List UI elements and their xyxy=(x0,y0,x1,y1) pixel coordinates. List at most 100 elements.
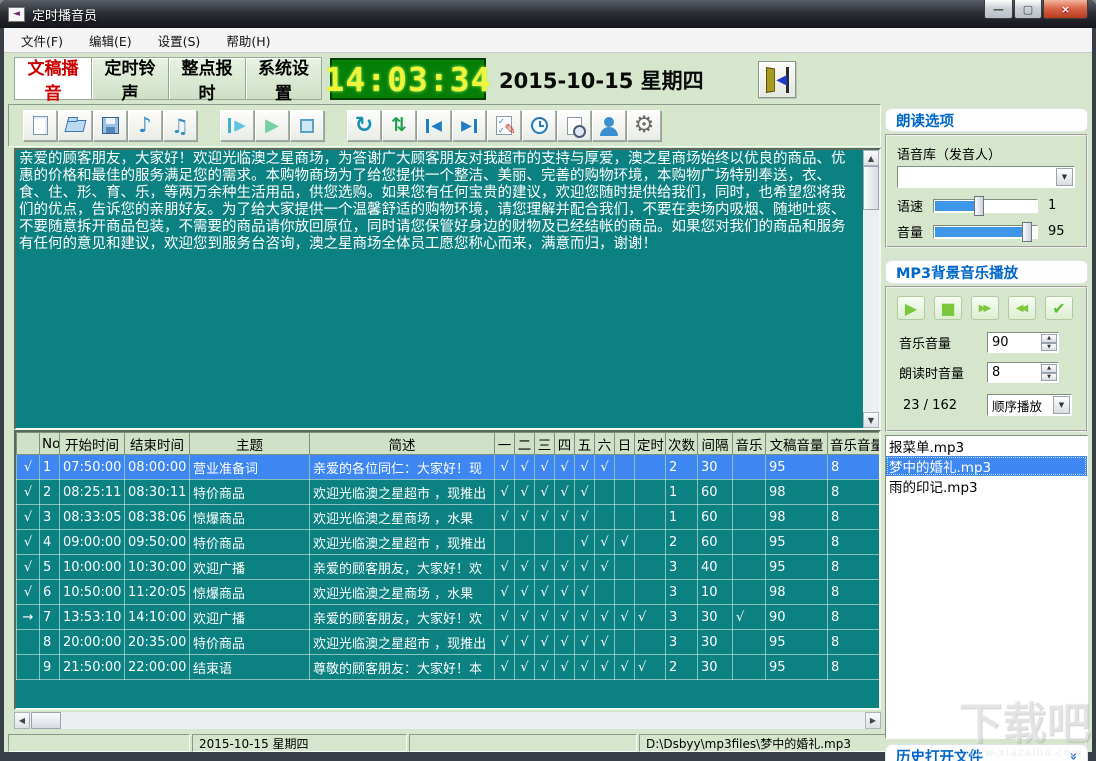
day-cell[interactable]: √ xyxy=(495,580,515,605)
day-cell[interactable]: √ xyxy=(575,605,595,630)
day-cell[interactable] xyxy=(595,505,615,530)
day-cell[interactable]: √ xyxy=(615,605,635,630)
music-cell[interactable] xyxy=(733,555,766,580)
slider-thumb[interactable] xyxy=(974,196,984,216)
day-cell[interactable]: √ xyxy=(495,655,515,680)
mp3-section-header[interactable]: MP3背景音乐播放 xyxy=(885,260,1088,284)
end-time-cell[interactable]: 20:35:00 xyxy=(125,630,190,655)
day-cell[interactable]: √ xyxy=(595,530,615,555)
table-row[interactable]: √308:33:0508:38:06惊爆商品欢迎光临澳之星商场 ，水果√√√√√… xyxy=(17,505,880,530)
day-cell[interactable]: √ xyxy=(555,505,575,530)
day-cell[interactable]: √ xyxy=(515,455,535,480)
music-volume-cell[interactable]: 8 xyxy=(828,580,880,605)
day-cell[interactable]: √ xyxy=(575,530,595,555)
music-cell[interactable] xyxy=(733,530,766,555)
topic-cell[interactable]: 特价商品 xyxy=(190,630,310,655)
previous-button[interactable] xyxy=(417,110,451,141)
column-header[interactable]: No xyxy=(40,433,60,455)
day-cell[interactable]: √ xyxy=(575,655,595,680)
day-cell[interactable]: √ xyxy=(555,580,575,605)
day-cell[interactable] xyxy=(595,580,615,605)
refresh-button[interactable] xyxy=(347,110,381,141)
music-volume-cell[interactable]: 8 xyxy=(828,630,880,655)
music-cell[interactable] xyxy=(733,505,766,530)
no-cell[interactable]: 3 xyxy=(40,505,60,530)
column-header[interactable]: 主题 xyxy=(190,433,310,455)
scroll-thumb[interactable] xyxy=(863,166,879,210)
music-cell[interactable] xyxy=(733,455,766,480)
times-cell[interactable]: 3 xyxy=(666,630,698,655)
day-cell[interactable]: √ xyxy=(555,605,575,630)
volume-slider[interactable] xyxy=(933,225,1038,239)
end-time-cell[interactable]: 08:00:00 xyxy=(125,455,190,480)
day-cell[interactable]: √ xyxy=(495,505,515,530)
music-volume-cell[interactable]: 8 xyxy=(828,505,880,530)
column-header[interactable]: 一 xyxy=(495,433,515,455)
spin-up-button[interactable]: ▲ xyxy=(1041,364,1057,373)
timed-cell[interactable] xyxy=(635,505,666,530)
script-volume-cell[interactable]: 95 xyxy=(766,555,828,580)
script-volume-cell[interactable]: 90 xyxy=(766,605,828,630)
status-cell[interactable]: √ xyxy=(17,455,40,480)
summary-cell[interactable]: 欢迎光临澳之星超市 ，现推出 xyxy=(310,630,495,655)
day-cell[interactable]: √ xyxy=(515,655,535,680)
day-cell[interactable]: √ xyxy=(595,655,615,680)
reading-volume-input[interactable]: 8 ▲▼ xyxy=(987,362,1059,383)
table-row[interactable]: 921:50:0022:00:00结束语尊敬的顾客朋友：大家好！本√√√√√√√… xyxy=(17,655,880,680)
column-header[interactable]: 次数 xyxy=(666,433,698,455)
summary-cell[interactable]: 欢迎光临澳之星商场 ，水果 xyxy=(310,580,495,605)
day-cell[interactable] xyxy=(495,530,515,555)
summary-cell[interactable]: 尊敬的顾客朋友：大家好！本 xyxy=(310,655,495,680)
title-bar[interactable]: 定时播音员 — ▢ × xyxy=(0,0,1096,28)
scroll-up-button[interactable]: ▲ xyxy=(863,150,879,166)
no-cell[interactable]: 1 xyxy=(40,455,60,480)
topic-cell[interactable]: 惊爆商品 xyxy=(190,580,310,605)
chevron-expand-icon[interactable]: » xyxy=(1065,752,1080,760)
interval-cell[interactable]: 30 xyxy=(698,655,733,680)
column-header[interactable]: 三 xyxy=(535,433,555,455)
timed-cell[interactable] xyxy=(635,480,666,505)
vertical-scrollbar[interactable]: ▲ ▼ xyxy=(863,150,879,428)
column-header[interactable]: 二 xyxy=(515,433,535,455)
play-mode-combobox[interactable]: 顺序播放 ▼ xyxy=(987,394,1072,416)
timed-cell[interactable] xyxy=(635,530,666,555)
rewind-button[interactable]: ◀◀ xyxy=(1008,296,1036,320)
interval-cell[interactable]: 30 xyxy=(698,630,733,655)
note-button[interactable] xyxy=(128,110,162,141)
next-button[interactable] xyxy=(452,110,486,141)
play-button[interactable] xyxy=(255,110,289,141)
interval-cell[interactable]: 60 xyxy=(698,530,733,555)
script-volume-cell[interactable]: 95 xyxy=(766,655,828,680)
topic-cell[interactable]: 结束语 xyxy=(190,655,310,680)
history-header[interactable]: 历史打开文件 » xyxy=(885,744,1088,761)
end-time-cell[interactable]: 09:50:00 xyxy=(125,530,190,555)
status-cell[interactable]: √ xyxy=(17,480,40,505)
day-cell[interactable]: √ xyxy=(515,630,535,655)
start-time-cell[interactable]: 08:25:11 xyxy=(60,480,125,505)
tab-系统设置[interactable]: 系统设置 xyxy=(245,57,322,100)
scroll-right-button[interactable]: ▶ xyxy=(865,712,881,729)
chevron-down-icon[interactable]: ▼ xyxy=(1056,168,1073,186)
end-time-cell[interactable]: 22:00:00 xyxy=(125,655,190,680)
end-time-cell[interactable]: 08:38:06 xyxy=(125,505,190,530)
column-header[interactable] xyxy=(17,433,40,455)
slider-thumb[interactable] xyxy=(1022,222,1032,242)
start-time-cell[interactable]: 21:50:00 xyxy=(60,655,125,680)
script-volume-cell[interactable]: 98 xyxy=(766,480,828,505)
column-header[interactable]: 日 xyxy=(615,433,635,455)
music-cell[interactable] xyxy=(733,630,766,655)
column-header[interactable]: 开始时间 xyxy=(60,433,125,455)
topic-cell[interactable]: 特价商品 xyxy=(190,480,310,505)
playlist-item[interactable]: 梦中的婚礼.mp3 xyxy=(886,456,1087,476)
day-cell[interactable] xyxy=(515,530,535,555)
start-time-cell[interactable]: 09:00:00 xyxy=(60,530,125,555)
save-button[interactable] xyxy=(93,110,127,141)
topic-cell[interactable]: 营业准备词 xyxy=(190,455,310,480)
table-row[interactable]: √107:50:0008:00:00营业准备词亲爱的各位同仁：大家好！现√√√√… xyxy=(17,455,880,480)
summary-cell[interactable]: 欢迎光临澳之星超市 ，现推出 xyxy=(310,530,495,555)
table-row[interactable]: √510:00:0010:30:00欢迎广播亲爱的顾客朋友，大家好！欢√√√√√… xyxy=(17,555,880,580)
day-cell[interactable]: √ xyxy=(535,630,555,655)
day-cell[interactable] xyxy=(595,480,615,505)
menu-item[interactable]: 文件(F) xyxy=(12,28,72,53)
summary-cell[interactable]: 亲爱的各位同仁：大家好！现 xyxy=(310,455,495,480)
